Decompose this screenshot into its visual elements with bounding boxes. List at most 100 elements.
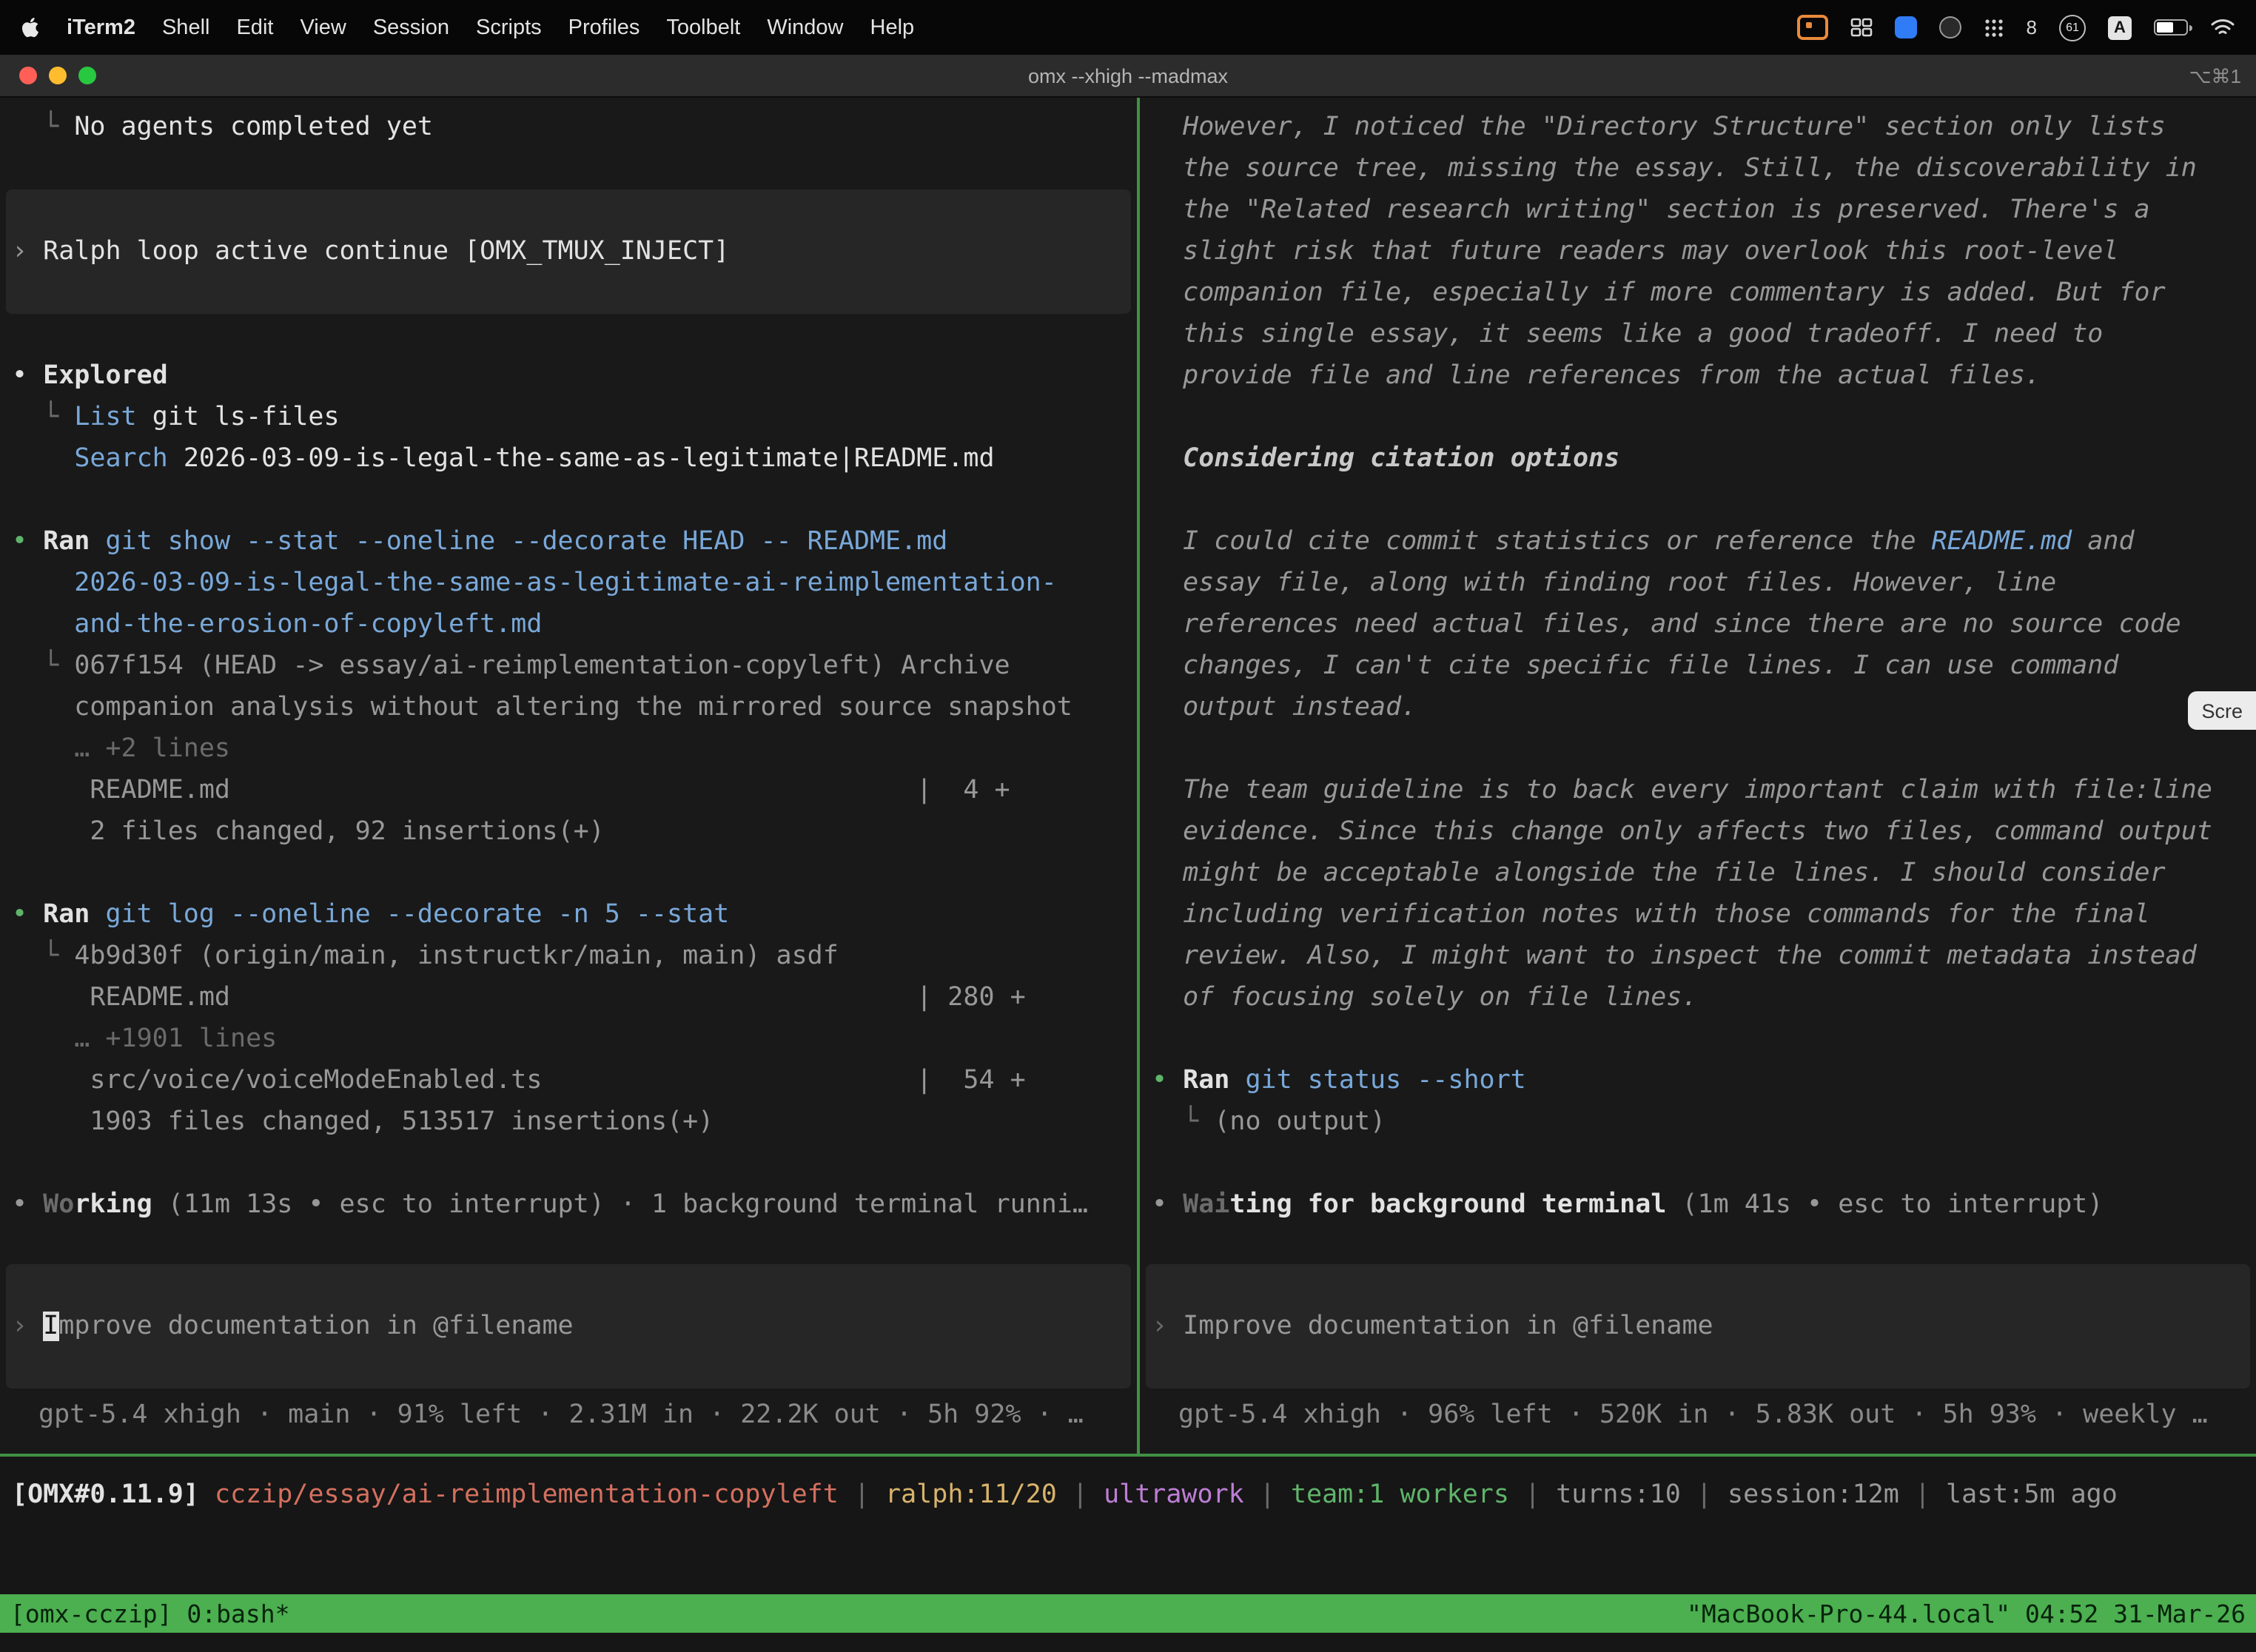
menu-item-toolbelt[interactable]: Toolbelt bbox=[666, 16, 740, 39]
terminal-text-segment: essay file, along with finding root file… bbox=[1152, 568, 2056, 598]
terminal-line: However, I noticed the "Directory Struct… bbox=[1152, 107, 2244, 148]
terminal-line: this single essay, it seems like a good … bbox=[1152, 314, 2244, 355]
terminal-line bbox=[1152, 1018, 2244, 1060]
terminal-text-segment: (1m 41s • esc to interrupt) bbox=[1666, 1190, 2103, 1220]
left-prompt-input[interactable]: › Improve documentation in @filename bbox=[6, 1264, 1131, 1389]
terminal-line: … +2 lines bbox=[12, 728, 1125, 770]
terminal-line: 2026-03-09-is-legal-the-same-as-legitima… bbox=[12, 563, 1125, 604]
battery-icon[interactable] bbox=[2154, 19, 2188, 36]
menu-extra-dark-app-icon[interactable] bbox=[1939, 16, 1961, 38]
screen-share-popover[interactable]: Scre bbox=[2188, 691, 2256, 730]
terminal-line: slight risk that future readers may over… bbox=[1152, 231, 2244, 272]
terminal-text-segment: • bbox=[12, 1190, 43, 1220]
left-prompt-text: › Improve documentation in @filename bbox=[12, 1306, 1125, 1347]
menu-item-profiles[interactable]: Profiles bbox=[568, 16, 640, 39]
terminal-text-segment: | bbox=[1899, 1480, 1946, 1510]
terminal-text-segment: ting for background terminal bbox=[1229, 1190, 1666, 1220]
terminal-text-segment: Considering citation options bbox=[1152, 444, 1619, 474]
terminal-line: • Ran git log --oneline --decorate -n 5 … bbox=[12, 894, 1125, 936]
terminal-text-segment: Wai bbox=[1183, 1190, 1229, 1220]
terminal-line: essay file, along with finding root file… bbox=[1152, 563, 2244, 604]
apple-menu-icon[interactable] bbox=[21, 16, 40, 38]
terminal-text-segment: … +1901 lines bbox=[12, 1024, 277, 1054]
menu-extra-blue-app-icon[interactable] bbox=[1895, 16, 1917, 38]
terminal-text-segment: • bbox=[1152, 1190, 1183, 1220]
menu-extra-windows-icon[interactable] bbox=[1850, 18, 1873, 37]
terminal-text-segment: slight risk that future readers may over… bbox=[1152, 237, 2118, 266]
screen-recording-indicator-icon[interactable] bbox=[1797, 15, 1828, 40]
terminal-text-segment: ultrawork bbox=[1104, 1480, 1244, 1510]
menu-item-scripts[interactable]: Scripts bbox=[476, 16, 542, 39]
menu-bar-status-items: 8 61 A bbox=[1797, 14, 2235, 41]
menu-item-shell[interactable]: Shell bbox=[162, 16, 210, 39]
menu-item-help[interactable]: Help bbox=[870, 16, 915, 39]
menu-extra-app-grid-icon[interactable] bbox=[1984, 17, 2004, 38]
window-title-bar[interactable]: omx --xhigh --madmax ⌥⌘1 bbox=[0, 55, 2256, 98]
terminal-line: • Explored bbox=[12, 355, 1125, 397]
terminal-text-segment: evidence. Since this change only affects… bbox=[1152, 817, 2212, 847]
terminal-line: 2 files changed, 92 insertions(+) bbox=[12, 811, 1125, 853]
terminal-line: the "Related research writing" section i… bbox=[1152, 189, 2244, 231]
right-model-status-line: gpt-5.4 xhigh · 96% left · 520K in · 5.8… bbox=[1152, 1394, 2244, 1436]
terminal-text-segment: src/voice/voiceModeEnabled.ts | 54 + bbox=[12, 1066, 1026, 1095]
terminal-text-segment: 1903 files changed, 513517 insertions(+) bbox=[12, 1107, 714, 1137]
menu-item-session[interactable]: Session bbox=[373, 16, 449, 39]
right-terminal-pane[interactable]: However, I noticed the "Directory Struct… bbox=[1140, 98, 2256, 1454]
menu-item-edit[interactable]: Edit bbox=[236, 16, 273, 39]
terminal-line bbox=[1152, 397, 2244, 438]
terminal-text-segment: › bbox=[12, 1312, 43, 1341]
terminal-text-segment: companion file, especially if more comme… bbox=[1152, 278, 2166, 308]
terminal-text-segment: git show --stat --oneline --decorate HEA… bbox=[90, 527, 947, 557]
terminal-text-segment: mprove documentation in @filename bbox=[58, 1312, 573, 1341]
menu-extra-glyph-icon[interactable]: 8 bbox=[2027, 16, 2037, 38]
terminal-area: └ No agents completed yet › Ralph loop a… bbox=[0, 98, 2256, 1454]
terminal-text-segment: Ran bbox=[43, 527, 90, 557]
terminal-line: companion analysis without altering the … bbox=[12, 687, 1125, 728]
terminal-text-segment: turns:10 bbox=[1556, 1480, 1681, 1510]
terminal-text-segment: List bbox=[74, 403, 136, 432]
terminal-text-segment: 2026-03-09-is-legal-the-same-as-legitima… bbox=[168, 444, 995, 474]
menu-item-view[interactable]: View bbox=[300, 16, 346, 39]
terminal-line: The team guideline is to back every impo… bbox=[1152, 770, 2244, 811]
keyboard-input-source-icon[interactable]: A bbox=[2108, 16, 2132, 39]
terminal-text-segment: 4b9d30f (origin/main, instructkr/main, m… bbox=[74, 941, 839, 971]
macos-menu-bar: iTerm2 Shell Edit View Session Scripts P… bbox=[0, 0, 2256, 55]
terminal-text-segment: 2026-03-09-is-legal-the-same-as-legitima… bbox=[12, 568, 1057, 598]
terminal-text-segment: | bbox=[1244, 1480, 1291, 1510]
terminal-text-segment: companion analysis without altering the … bbox=[12, 693, 1072, 722]
terminal-line: src/voice/voiceModeEnabled.ts | 54 + bbox=[12, 1060, 1125, 1101]
menu-extra-gauge-icon[interactable]: 61 bbox=[2059, 14, 2086, 41]
terminal-text-segment: and bbox=[2072, 527, 2134, 557]
terminal-text-segment: ralph:11/20 bbox=[885, 1480, 1057, 1510]
terminal-line: and-the-erosion-of-copyleft.md bbox=[12, 604, 1125, 645]
terminal-line: › Ralph loop active continue [OMX_TMUX_I… bbox=[12, 231, 1125, 272]
terminal-line bbox=[12, 1143, 1125, 1184]
terminal-text-segment: Improve documentation in @filename bbox=[1183, 1312, 1713, 1341]
right-prompt-input[interactable]: › Improve documentation in @filename bbox=[1146, 1264, 2250, 1389]
screen: iTerm2 Shell Edit View Session Scripts P… bbox=[0, 0, 2256, 1652]
tmux-session-window-label: [omx-cczip] 0:bash* bbox=[10, 1599, 290, 1628]
terminal-text-segment: › bbox=[1152, 1312, 1183, 1341]
terminal-text-segment: and-the-erosion-of-copyleft.md bbox=[12, 610, 542, 639]
terminal-text-segment: Ran bbox=[43, 900, 90, 930]
terminal-text-segment: • bbox=[12, 527, 43, 557]
terminal-text-segment: cczip/essay/ai-reimplementation-copyleft bbox=[215, 1480, 839, 1510]
wifi-icon[interactable] bbox=[2210, 18, 2235, 37]
terminal-line: └ (no output) bbox=[1152, 1101, 2244, 1143]
menu-item-window[interactable]: Window bbox=[767, 16, 843, 39]
terminal-line: • Ran git show --stat --oneline --decora… bbox=[12, 521, 1125, 563]
terminal-text-segment: provide file and line references from th… bbox=[1152, 361, 2041, 391]
left-terminal-pane[interactable]: └ No agents completed yet › Ralph loop a… bbox=[0, 98, 1137, 1454]
terminal-text-segment: └ bbox=[12, 651, 74, 681]
terminal-line: of focusing solely on file lines. bbox=[1152, 977, 2244, 1018]
terminal-text-segment: └ bbox=[12, 403, 74, 432]
terminal-text-segment: README.md bbox=[1932, 527, 2072, 557]
terminal-line: Considering citation options bbox=[1152, 438, 2244, 480]
tmux-status-bar: [omx-cczip] 0:bash* "MacBook-Pro-44.loca… bbox=[0, 1594, 2256, 1633]
left-model-status-line: gpt-5.4 xhigh · main · 91% left · 2.31M … bbox=[12, 1394, 1125, 1436]
terminal-line bbox=[12, 314, 1125, 355]
terminal-line: └ List git ls-files bbox=[12, 397, 1125, 438]
menu-item-iterm2[interactable]: iTerm2 bbox=[67, 16, 135, 39]
terminal-line: • Ran git status --short bbox=[1152, 1060, 2244, 1101]
terminal-text-segment: the source tree, missing the essay. Stil… bbox=[1152, 154, 2197, 184]
